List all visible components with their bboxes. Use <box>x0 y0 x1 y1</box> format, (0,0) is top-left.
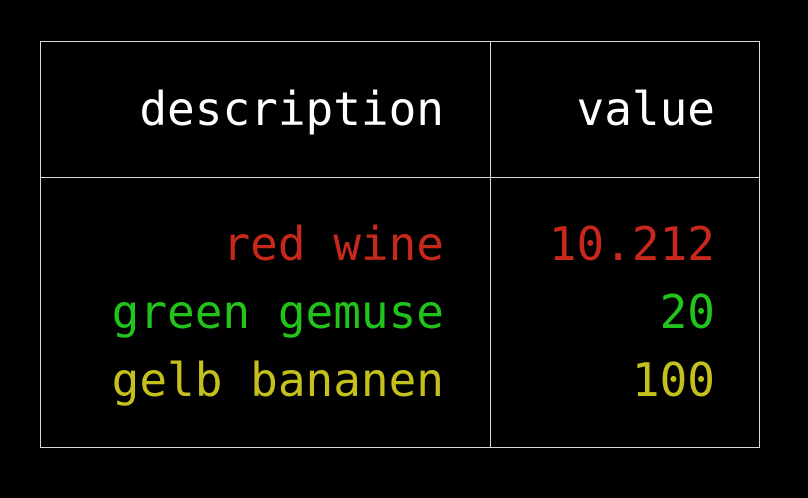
terminal-screen: description value red wine 10.212 green … <box>0 0 808 498</box>
table-row: red wine 10.212 <box>41 210 759 278</box>
header-value: value <box>576 82 715 136</box>
header-divider <box>41 177 759 178</box>
table-body: red wine 10.212 green gemuse 20 gelb ban… <box>41 210 759 414</box>
row-value: 10.212 <box>548 217 715 271</box>
row-description: green gemuse <box>111 285 444 339</box>
table-row: gelb bananen 100 <box>41 346 759 414</box>
row-value: 100 <box>631 353 715 407</box>
row-description: red wine <box>222 217 444 271</box>
header-description: description <box>139 82 444 136</box>
data-table: description value red wine 10.212 green … <box>40 41 760 448</box>
row-value: 20 <box>659 285 715 339</box>
table-row: green gemuse 20 <box>41 278 759 346</box>
row-description: gelb bananen <box>111 353 444 407</box>
